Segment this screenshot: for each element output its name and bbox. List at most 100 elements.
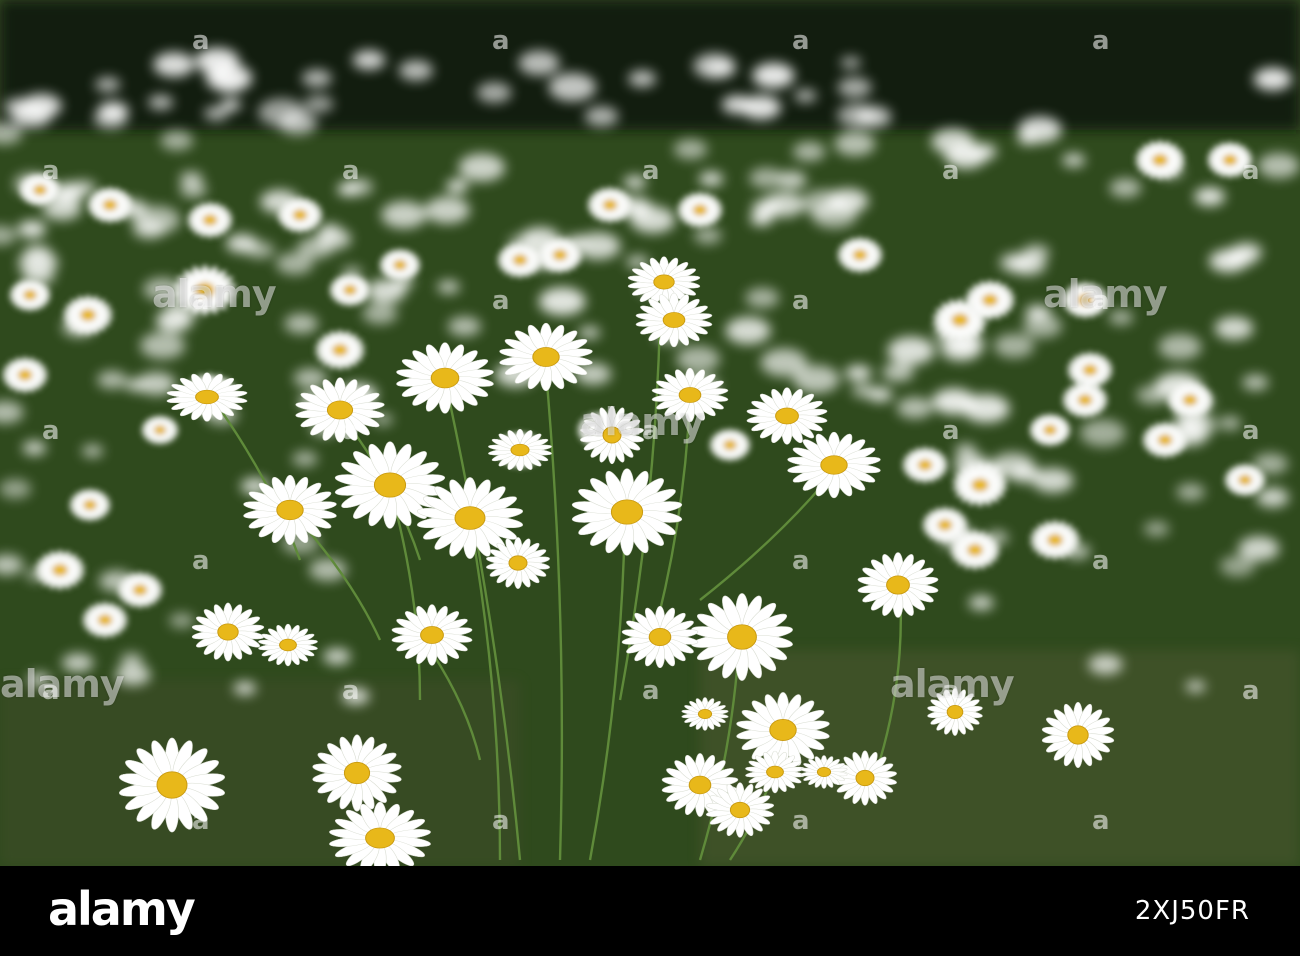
blurred-daisy: [81, 444, 104, 458]
footer-logo: alamy: [48, 882, 196, 936]
blurred-daisy: [448, 316, 482, 337]
blurred-daisy: [578, 325, 601, 340]
blurred-daisy: [931, 128, 975, 155]
blurred-daisy: [97, 370, 127, 389]
watermark-text: alamy: [152, 272, 277, 316]
blurred-daisy: [725, 317, 771, 345]
blurred-daisy: [518, 50, 560, 76]
blurred-daisy: [217, 78, 243, 93]
blurred-daisy: [1088, 654, 1123, 675]
blurred-daisy: [676, 345, 721, 373]
watermark-mark: a: [192, 806, 210, 836]
blurred-daisy: [811, 200, 858, 229]
watermark-text: alamy: [0, 662, 125, 706]
blurred-daisy: [1185, 680, 1206, 693]
watermark-mark: a: [1242, 416, 1260, 446]
blurred-daisy: [258, 98, 306, 127]
blurred-daisy: [1253, 67, 1292, 91]
blurred-daisy: [446, 179, 469, 193]
blurred-daisy: [1253, 453, 1289, 475]
watermark-mark: a: [192, 26, 210, 56]
image-id: 2XJ50FR: [1134, 896, 1250, 926]
watermark-mark: a: [642, 416, 660, 446]
blurred-daisy: [284, 313, 319, 334]
blurred-daisy: [1242, 374, 1269, 391]
watermark-mark: a: [1092, 286, 1110, 316]
blurred-daisy: [745, 287, 780, 309]
blurred-daisy: [4, 98, 34, 116]
blurred-daisy: [1062, 153, 1086, 168]
blurred-daisy: [867, 387, 893, 403]
watermark-mark: a: [792, 806, 810, 836]
blurred-daisy: [1136, 385, 1168, 405]
blurred-daisy: [575, 232, 621, 260]
watermark-mark: a: [1092, 806, 1110, 836]
blurred-daisy: [323, 648, 351, 665]
blurred-daisy: [437, 280, 460, 294]
blurred-daisy: [352, 50, 386, 70]
blurred-daisy: [968, 143, 998, 161]
blurred-daisy: [1158, 333, 1202, 360]
blurred-daisy: [140, 332, 186, 360]
blurred-daisy: [1080, 419, 1126, 447]
watermark-mark: a: [942, 156, 960, 186]
blurred-daisy: [721, 95, 753, 114]
blurred-daisy: [673, 139, 708, 160]
watermark-mark: a: [1092, 26, 1110, 56]
blurred-daisy: [301, 69, 332, 88]
blurred-daisy: [993, 333, 1035, 358]
watermark-mark: a: [942, 416, 960, 446]
blurred-daisy: [1214, 316, 1254, 340]
watermark-mark: a: [342, 676, 360, 706]
watermark-mark: a: [642, 156, 660, 186]
blurred-daisy: [749, 167, 784, 189]
blurred-daisy: [318, 223, 341, 238]
watermark-mark: a: [192, 286, 210, 316]
blurred-daisy: [1143, 521, 1170, 537]
watermark-mark: a: [1242, 156, 1260, 186]
blurred-daisy: [458, 153, 506, 182]
blurred-daisy: [752, 62, 795, 89]
blurred-daisy: [837, 77, 872, 98]
blurred-daisy: [1018, 116, 1062, 143]
blurred-daisy: [750, 212, 773, 226]
blurred-daisy: [17, 220, 46, 238]
watermark-mark: a: [42, 676, 60, 706]
blurred-daisy: [160, 130, 194, 151]
watermark-mark: a: [492, 546, 510, 576]
daisy-meadow-photo: alamy alamy alamy alamy alamy a a a a a a a a a a a a a a a…: [0, 0, 1300, 866]
blurred-daisy: [97, 101, 129, 121]
blurred-daisy: [693, 227, 722, 244]
blurred-daisy: [366, 279, 407, 304]
blurred-daisy: [845, 365, 872, 381]
blurred-daisy: [179, 181, 207, 198]
blurred-daisy: [476, 82, 512, 103]
blurred-daisy: [293, 368, 327, 389]
blurred-daisy: [1257, 153, 1300, 179]
watermark-mark: a: [1242, 676, 1260, 706]
blurred-daisy: [887, 336, 935, 365]
blurred-daisy: [398, 60, 433, 81]
blurred-daisy: [125, 378, 147, 392]
blurred-daisy: [304, 95, 334, 113]
blurred-daisy: [424, 196, 470, 224]
blurred-daisy: [896, 397, 933, 419]
blurred-daisy: [95, 77, 121, 93]
blurred-daisy: [693, 53, 736, 79]
blurred-daisy: [840, 56, 862, 69]
watermark-mark: a: [792, 26, 810, 56]
blurred-daisy: [792, 141, 826, 162]
blurred-daisy: [220, 98, 242, 111]
watermark-mark: a: [642, 676, 660, 706]
blurred-daisy: [153, 52, 195, 77]
blurred-daisy: [226, 234, 258, 254]
blurred-daisy: [584, 106, 619, 127]
watermark-mark: a: [192, 546, 210, 576]
blurred-daisy: [794, 89, 817, 103]
blurred-daisy: [1194, 187, 1226, 206]
blurred-daisy: [362, 303, 398, 325]
blurred-daisy: [132, 219, 166, 239]
blurred-daisy: [1220, 555, 1256, 577]
watermark-mark: a: [492, 286, 510, 316]
blurred-daisy: [233, 681, 257, 696]
